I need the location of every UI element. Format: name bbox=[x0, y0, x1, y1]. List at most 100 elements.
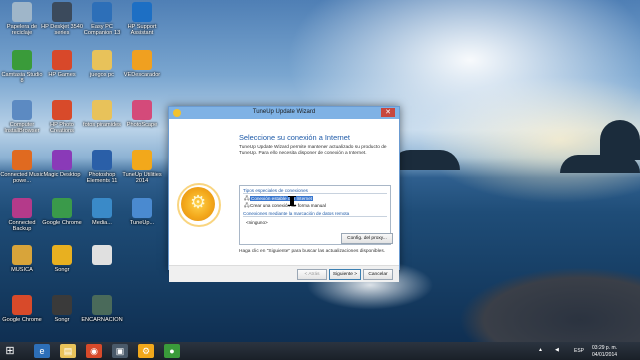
songr-icon bbox=[52, 245, 72, 265]
internet-explorer-icon[interactable]: e bbox=[34, 344, 50, 358]
desktop-icon-label: HP Games bbox=[48, 72, 76, 78]
tuneup-icon bbox=[132, 150, 152, 170]
desktop-icon[interactable]: Connected Backup bbox=[0, 198, 44, 233]
text-cursor-icon bbox=[288, 196, 296, 206]
file-explorer-icon[interactable]: ▤ bbox=[60, 344, 76, 358]
desktop-icon[interactable]: Computer InstallBrowser bbox=[0, 100, 44, 135]
desktop-icon[interactable]: Connected Music powe... bbox=[0, 150, 44, 185]
desktop-icon[interactable]: Songr bbox=[40, 295, 84, 323]
button-bar: < Atrás Siguiente > Cancelar bbox=[169, 265, 399, 282]
phone-icon bbox=[92, 2, 112, 22]
desktop-icon[interactable]: MUSICA bbox=[0, 245, 44, 273]
desktop-icon[interactable]: Google Chrome bbox=[40, 198, 84, 226]
list-item-none[interactable]: <ninguno> bbox=[246, 220, 268, 225]
taskbar: ⊞ e ▤ ◉ ▣ ⚙ ● ▲ ◀ ESP 03:29 p. m. 04/01/… bbox=[0, 342, 640, 360]
desktop-icon[interactable]: HP Deskjet 3540 series bbox=[40, 2, 84, 37]
hint-text: Haga clic en "Siguiente" para buscar las… bbox=[239, 249, 386, 254]
camtasia-taskbar-icon[interactable]: ● bbox=[164, 344, 180, 358]
desktop-icon[interactable]: VEDescarador bbox=[120, 50, 164, 78]
document-icon bbox=[92, 245, 112, 265]
tuneup-update-wizard-window: TuneUp Update Wizard ✕ Seleccione su con… bbox=[168, 106, 400, 282]
hp-games-icon bbox=[52, 50, 72, 70]
desktop-icon-label: Photoshop Elements 11 bbox=[86, 172, 118, 185]
desktop-icon[interactable] bbox=[80, 245, 124, 267]
island-silhouette bbox=[600, 120, 640, 160]
next-button[interactable]: Siguiente > bbox=[329, 269, 361, 280]
desktop-icon[interactable]: PhotoScape bbox=[120, 100, 164, 128]
desktop-icon[interactable]: HP Games bbox=[40, 50, 84, 78]
photoscape-icon bbox=[132, 100, 152, 120]
list-item-stable-connection[interactable]: Conexión estable con Internet bbox=[250, 196, 314, 201]
page-description: TuneUp Update Wizard permite mantener ac… bbox=[239, 145, 387, 156]
network-tray-icon[interactable]: ▲ bbox=[538, 347, 543, 353]
media-icon bbox=[92, 198, 112, 218]
desktop-icon-label: HP Support Assistant bbox=[127, 24, 157, 37]
volume-tray-icon[interactable]: ◀ bbox=[555, 347, 559, 353]
proxy-settings-button[interactable]: Config. del proxy... bbox=[341, 233, 393, 244]
desktop-icon[interactable]: Media... bbox=[80, 198, 124, 226]
desktop-icon-label: Connected Backup bbox=[8, 220, 36, 233]
desktop-icon-label: TuneUp Utilities 2014 bbox=[122, 172, 162, 185]
window-titlebar[interactable]: TuneUp Update Wizard ✕ bbox=[169, 107, 399, 119]
desktop-icon-label: TuneUp... bbox=[129, 220, 155, 226]
chrome-icon bbox=[52, 198, 72, 218]
foreground-rocks bbox=[380, 230, 640, 342]
desktop-icon-label: Songr bbox=[54, 317, 70, 323]
desktop-icon[interactable]: HP Photo Creations bbox=[40, 100, 84, 135]
desktop-icon-label: Media... bbox=[92, 220, 112, 226]
app-taskbar-icon[interactable]: ▣ bbox=[112, 344, 128, 358]
language-indicator[interactable]: ESP bbox=[574, 348, 584, 354]
desktop-icon-label: MUSICA bbox=[11, 267, 33, 273]
desktop-icon[interactable]: Papelera de reciclaje bbox=[0, 2, 44, 37]
close-button[interactable]: ✕ bbox=[381, 108, 395, 117]
folder-icon bbox=[92, 295, 112, 315]
desktop-icon-label: Magic Desktop bbox=[43, 172, 81, 178]
clock-time[interactable]: 03:29 p. m. bbox=[592, 345, 617, 351]
computer-icon bbox=[12, 100, 32, 120]
desktop-icon-label: ENCARNACION bbox=[81, 317, 123, 323]
desktop-icon-label: Easy PC Companion 13 bbox=[83, 24, 121, 37]
photo-creations-icon bbox=[52, 100, 72, 120]
tuneup-logo-icon bbox=[177, 183, 221, 227]
windows-start-icon[interactable]: ⊞ bbox=[4, 345, 16, 357]
desktop-icon-label: Songr bbox=[54, 267, 70, 273]
desktop-icon[interactable]: TuneUp... bbox=[120, 198, 164, 226]
songr-icon bbox=[52, 295, 72, 315]
cancel-button[interactable]: Cancelar bbox=[363, 269, 393, 280]
music-icon bbox=[12, 150, 32, 170]
desktop-icon[interactable]: Camtasia Studio 8 bbox=[0, 50, 44, 85]
printer-icon bbox=[52, 2, 72, 22]
desktop-icon[interactable]: Google Chrome bbox=[0, 295, 44, 323]
desktop-icon-label: juegos pc bbox=[90, 72, 114, 78]
desktop-icon[interactable]: Easy PC Companion 13 bbox=[80, 2, 124, 37]
magic-desktop-icon bbox=[52, 150, 72, 170]
desktop-icon[interactable]: Magic Desktop bbox=[40, 150, 84, 178]
backup-icon bbox=[12, 198, 32, 218]
chrome-taskbar-icon[interactable]: ◉ bbox=[86, 344, 102, 358]
clock-date[interactable]: 04/01/2014 bbox=[592, 352, 617, 358]
photoshop-icon bbox=[92, 150, 112, 170]
island-silhouette bbox=[390, 150, 460, 170]
tuneup-icon bbox=[132, 198, 152, 218]
desktop-icon-label: HP Photo Creations bbox=[50, 122, 74, 135]
window-body: Seleccione su conexión a Internet TuneUp… bbox=[169, 119, 399, 282]
desktop-icon[interactable]: juegos pc bbox=[80, 50, 124, 78]
back-button[interactable]: < Atrás bbox=[297, 269, 327, 280]
desktop-icon-label: Connected Music powe... bbox=[0, 172, 44, 185]
tuneup-taskbar-icon[interactable]: ⚙ bbox=[138, 344, 154, 358]
desktop-icon[interactable]: Songr bbox=[40, 245, 84, 273]
desktop-icon-label: Computer InstallBrowser bbox=[4, 122, 40, 135]
desktop-icon[interactable]: ENCARNACION bbox=[80, 295, 124, 323]
download-icon bbox=[132, 50, 152, 70]
window-title: TuneUp Update Wizard bbox=[252, 109, 316, 115]
desktop-icon[interactable]: TuneUp Utilities 2014 bbox=[120, 150, 164, 185]
folder-icon bbox=[92, 100, 112, 120]
desktop-icon[interactable]: Photoshop Elements 11 bbox=[80, 150, 124, 185]
desktop-icon-label: Google Chrome bbox=[2, 317, 42, 323]
music-folder-icon bbox=[12, 245, 32, 265]
desktop-icon-label: Camtasia Studio 8 bbox=[1, 72, 43, 85]
network-icon: 🖧 bbox=[244, 203, 250, 209]
folder-icon bbox=[92, 50, 112, 70]
desktop-icon[interactable]: fotos piramides bbox=[80, 100, 124, 128]
desktop-icon[interactable]: HP Support Assistant bbox=[120, 2, 164, 37]
